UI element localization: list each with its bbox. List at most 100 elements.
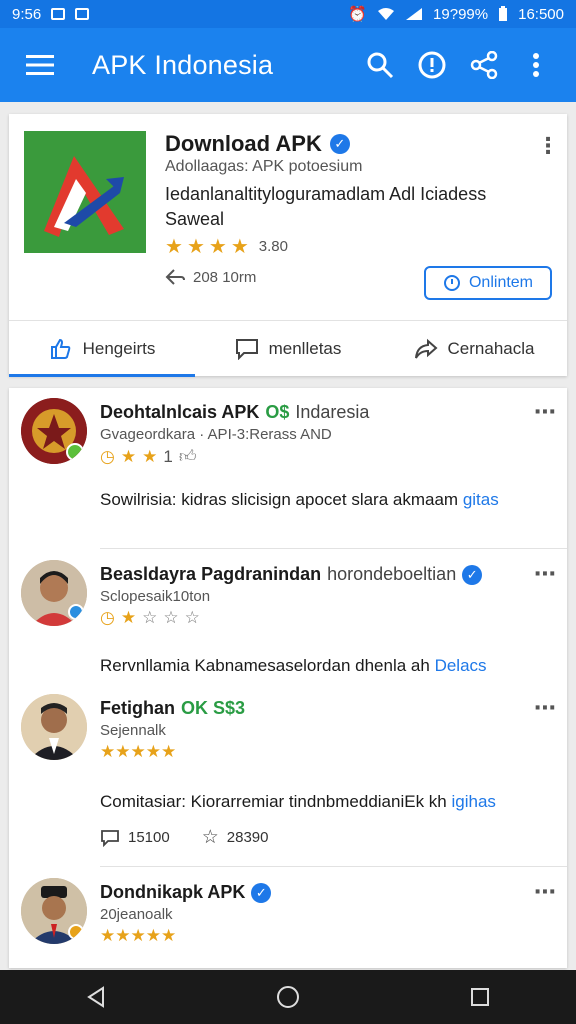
star-icon: ★★★★★ [100, 742, 177, 761]
tab-label: Cernahacla [447, 339, 535, 358]
download-count: 208 10rm [193, 268, 257, 286]
recents-icon [471, 988, 489, 1006]
app-card-more-icon[interactable]: ⋮ [537, 134, 559, 158]
post-subtitle: Sclopesaik10ton [100, 588, 211, 605]
status-time: 9:56 [12, 5, 42, 23]
post-more-icon[interactable]: ⋯ [534, 696, 556, 720]
app-rating: ★ ★ ★ ★ 3.80 [165, 234, 288, 259]
person-avatar-graphic [21, 878, 87, 944]
verified-badge-icon: ✓ [329, 134, 350, 154]
star-icon: ★ [165, 236, 183, 258]
tab-highlights[interactable]: Hengeirts [9, 321, 195, 377]
avatar[interactable] [21, 560, 87, 626]
clock-icon: ◷ [100, 446, 115, 466]
share-arrow-icon [414, 338, 438, 359]
post-link[interactable]: igihas [451, 792, 495, 811]
share-button[interactable] [458, 39, 510, 91]
post-subtitle: Gvageordkara · API-3:Rerass AND [100, 426, 332, 443]
recents-button[interactable] [450, 975, 510, 1019]
tab-label: menlletas [268, 339, 342, 358]
app-logo-graphic [24, 131, 146, 253]
favorite-icon[interactable]: ☆ [202, 826, 219, 849]
post-author: Deohtalnlcais APK [100, 402, 260, 422]
post-more-icon[interactable]: ⋯ [534, 400, 556, 424]
post-subtitle: Sejennalk [100, 722, 166, 739]
post-link[interactable]: Delacs [435, 656, 487, 675]
wifi-icon [378, 8, 395, 20]
tab-comments[interactable]: menlletas [195, 321, 381, 377]
search-button[interactable] [354, 39, 406, 91]
post-tag: horondeboeltian [327, 564, 457, 584]
back-icon [87, 986, 104, 1008]
comment-count: 15100 [128, 829, 170, 846]
verified-badge-icon: ✓ [251, 882, 272, 903]
status-clock: 16:500 [518, 5, 564, 23]
menu-icon [26, 55, 54, 75]
verified-badge-icon: ✓ [462, 564, 483, 585]
app-logo-icon[interactable] [24, 131, 146, 253]
post-tag: Indaresia [295, 402, 370, 422]
post-more-icon[interactable]: ⋯ [534, 562, 556, 586]
star-icon: ★ [120, 446, 137, 466]
post-text: Rervnllamia Kabnamesaselordan dhenla ah [100, 656, 430, 675]
star-icon: ★★★★★ [100, 926, 177, 945]
person-avatar-graphic [21, 560, 87, 626]
battery-percent: 19?99% [433, 5, 489, 23]
clock-icon: ◷ [100, 608, 115, 627]
home-button[interactable] [258, 975, 318, 1019]
divider [100, 548, 567, 549]
post-badge: OK S$3 [181, 698, 246, 718]
avatar[interactable] [21, 398, 87, 464]
back-button[interactable] [66, 975, 126, 1019]
status-bar: 9:56 ⏰ 19?99% 16:500 [0, 0, 576, 28]
post-link[interactable]: gitas [463, 490, 499, 509]
post-author: Fetighan [100, 698, 175, 718]
rating-value: 3.80 [258, 238, 288, 255]
system-nav-bar [0, 970, 576, 1024]
tab-share[interactable]: Cernahacla [381, 321, 567, 377]
divider [100, 866, 567, 867]
thumbs-up-icon [50, 338, 70, 359]
app-card: Download APK ✓ ⋮ Adollaagas: APK potoesi… [9, 114, 567, 377]
info-icon [418, 51, 446, 79]
post-subtitle: 20jeanoalk [100, 906, 173, 923]
post-author: Beasldayra Pagdranindan [100, 564, 322, 584]
emblem-avatar-graphic [21, 398, 87, 464]
app-name: Download APK [165, 131, 322, 156]
battery-icon [499, 6, 508, 21]
app-tabs: Hengeirts menlletas Cernahacla [9, 320, 567, 377]
comment-icon[interactable] [100, 829, 120, 847]
post-author: Dondnikapk APK [100, 882, 246, 902]
star-half-icon: ★ [230, 236, 249, 258]
share-icon [470, 51, 498, 79]
install-button[interactable]: Onlintem [424, 266, 552, 300]
home-icon [277, 986, 299, 1008]
alarm-icon: ⏰ [348, 6, 368, 23]
clock-icon [443, 275, 460, 291]
menu-button[interactable] [14, 39, 66, 91]
post-text: Sowilrisia: kidras slicisign apocet slar… [100, 490, 459, 509]
tab-label: Hengeirts [82, 339, 156, 358]
avatar[interactable] [21, 878, 87, 944]
star-icon: ★ [186, 236, 205, 258]
favorite-count: 28390 [226, 829, 269, 846]
avatar[interactable] [21, 694, 87, 760]
signal-icon [406, 8, 423, 20]
thumbs-up-icon[interactable]: 👍︎ [179, 446, 197, 467]
comment-icon [235, 339, 258, 360]
post-text: Comitasiar: Kiorarremiar tindnbmeddianiE… [100, 792, 447, 811]
more-vert-icon [533, 53, 539, 77]
app-description: Iedanlanaltityloguramadlam Adl Iciadess … [165, 184, 487, 229]
star-outline-icon: ☆ [163, 608, 179, 627]
app-bar: APK Indonesia [0, 28, 576, 102]
info-button[interactable] [406, 39, 458, 91]
post-more-icon[interactable]: ⋯ [534, 880, 556, 904]
post-badge: O$ [265, 402, 290, 422]
star-icon: ★ [120, 608, 137, 627]
favorite-icon[interactable]: ☆ [185, 608, 200, 628]
message-notification-icon [75, 8, 90, 20]
more-options-button[interactable] [510, 39, 562, 91]
star-count: 1 [163, 446, 173, 466]
person-avatar-graphic [21, 694, 87, 760]
star-icon: ★ [208, 236, 227, 258]
